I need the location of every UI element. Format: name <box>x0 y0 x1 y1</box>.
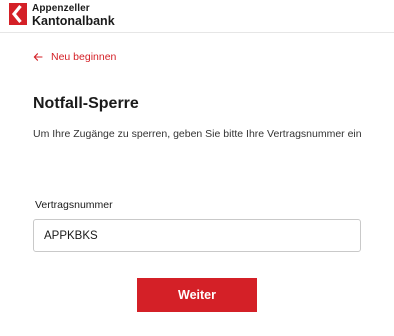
restart-link[interactable]: Neu beginnen <box>33 51 116 63</box>
contract-number-label: Vertragsnummer <box>35 199 113 211</box>
bank-logo-icon <box>9 3 27 25</box>
continue-button[interactable]: Weiter <box>137 278 257 312</box>
page-description: Um Ihre Zugänge zu sperren, geben Sie bi… <box>33 128 362 140</box>
header: Appenzeller Kantonalbank <box>0 0 394 33</box>
bank-logo[interactable]: Appenzeller Kantonalbank <box>9 3 115 28</box>
restart-link-label: Neu beginnen <box>51 51 117 63</box>
bank-name-line2: Kantonalbank <box>32 14 115 28</box>
contract-number-input[interactable] <box>33 219 361 252</box>
page: Appenzeller Kantonalbank Neu beginnen No… <box>0 0 394 336</box>
arrow-left-icon <box>33 53 43 61</box>
bank-name: Appenzeller Kantonalbank <box>32 3 115 28</box>
page-title: Notfall-Sperre <box>33 95 139 112</box>
bank-name-line1: Appenzeller <box>32 3 90 14</box>
